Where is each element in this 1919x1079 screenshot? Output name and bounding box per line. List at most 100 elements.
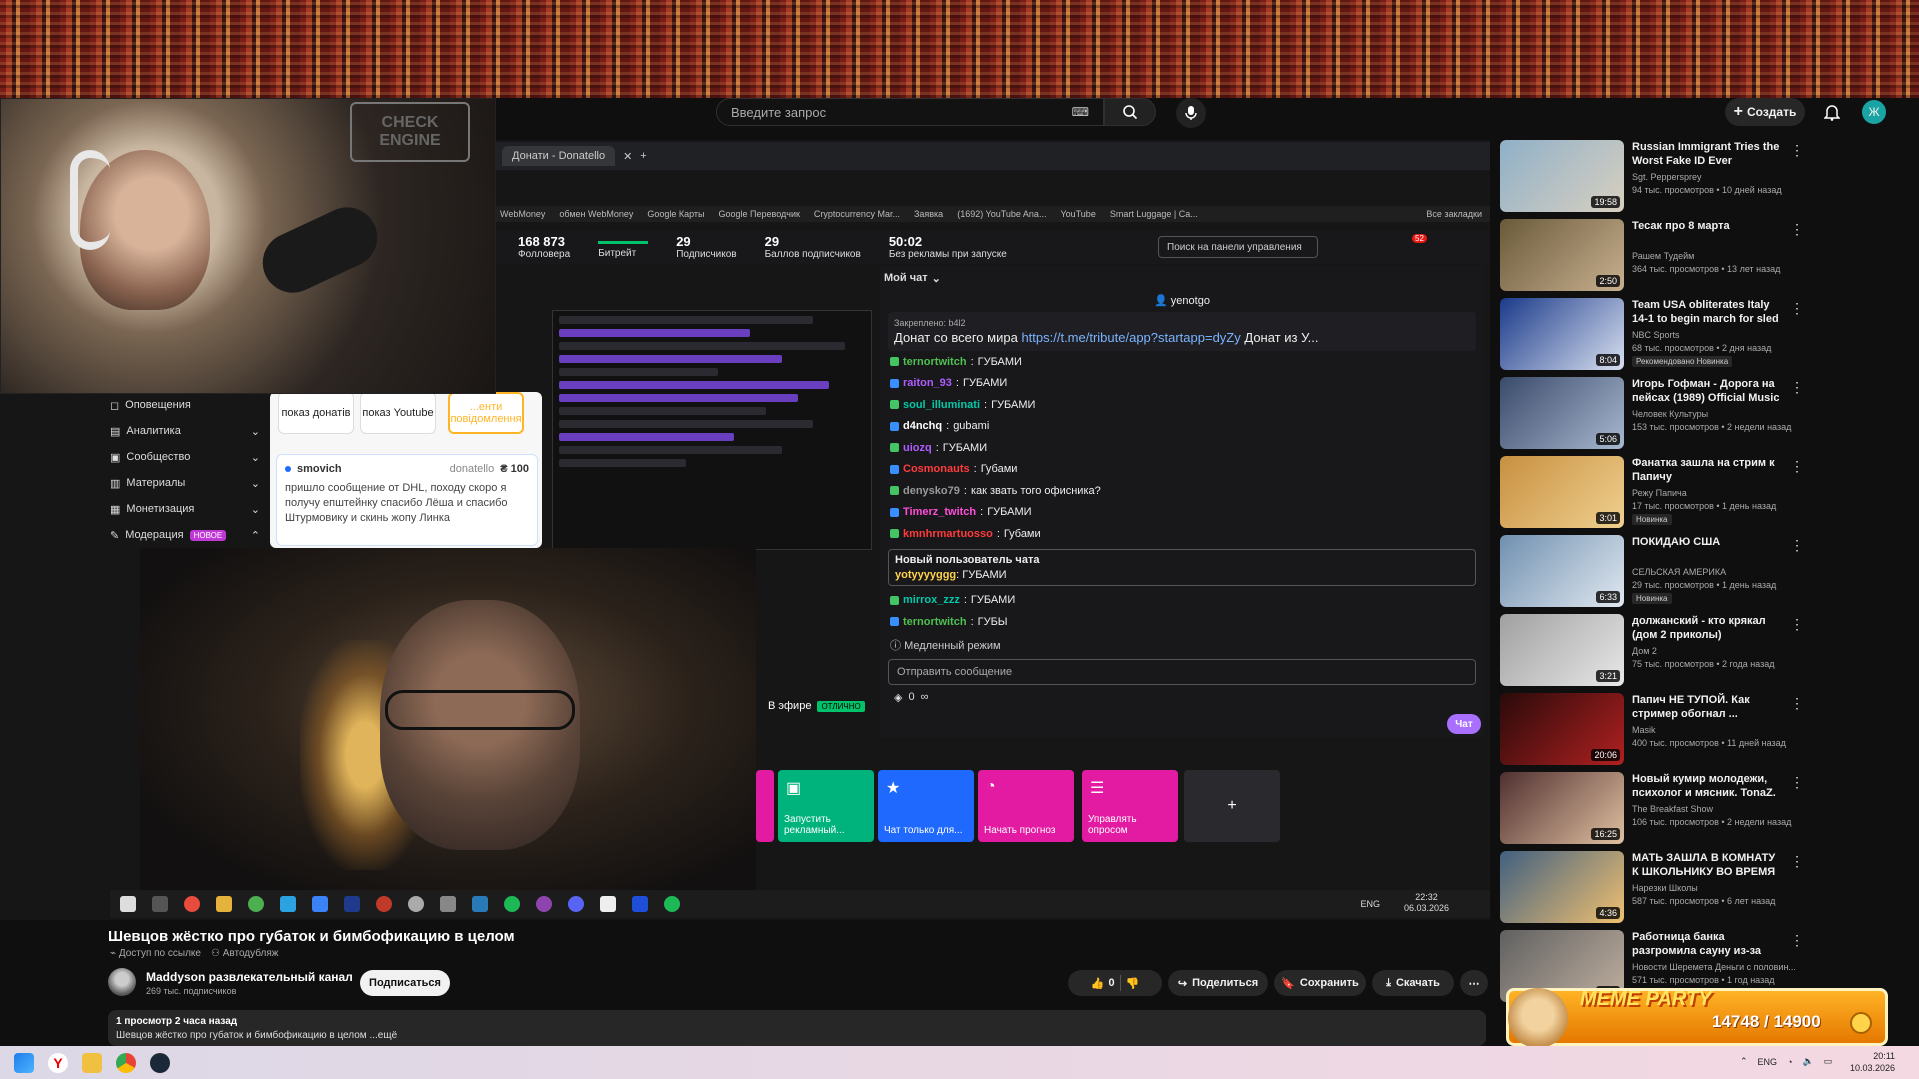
chevron-up-icon[interactable]: ⌃ bbox=[1740, 1056, 1748, 1067]
video-thumbnail[interactable]: 16:25 bbox=[1500, 772, 1624, 844]
new-user-label: Новый пользователь чата bbox=[895, 553, 1040, 566]
chat-badge-icon bbox=[890, 595, 899, 605]
recommended-video[interactable]: 6:33 ПОКИДАЮ США СЕЛЬСКАЯ АМЕРИКА 29 тыс. п… bbox=[1500, 535, 1804, 609]
subscribe-button[interactable]: Подписаться bbox=[360, 970, 450, 996]
volume-icon[interactable]: 🔈 bbox=[1803, 1056, 1814, 1067]
search-button[interactable] bbox=[1104, 98, 1156, 126]
share-button[interactable]: ↪ Поделиться bbox=[1168, 970, 1268, 996]
channel-name[interactable]: Человек Культуры bbox=[1632, 409, 1708, 419]
channel-name[interactable]: СЕЛЬСКАЯ АМЕРИКА bbox=[1632, 567, 1726, 577]
chat-text: Губами bbox=[980, 463, 1018, 476]
recommended-video[interactable]: 19:58 Russian Immigrant Tries the Worst F… bbox=[1500, 140, 1804, 214]
video-title[interactable]: Russian Immigrant Tries the Worst Fake I… bbox=[1632, 140, 1782, 168]
chat-badge-icon bbox=[890, 486, 899, 496]
video-thumbnail[interactable]: 4:36 bbox=[1500, 851, 1624, 923]
steam-icon[interactable] bbox=[150, 1052, 170, 1073]
video-title[interactable]: МАТЬ ЗАШЛА В КОМНАТУ К ШКОЛЬНИКУ ВО ВРЕМ… bbox=[1632, 851, 1782, 879]
system-clock[interactable]: 20:11 10.03.2026 bbox=[1850, 1050, 1895, 1074]
recommended-video[interactable]: 16:25 Новый кумир молодежи, психолог и мя… bbox=[1500, 772, 1804, 846]
search-icon bbox=[1123, 105, 1138, 120]
more-icon[interactable]: ⋮ bbox=[1790, 537, 1804, 554]
recommended-video[interactable]: 3:21 должанский - кто крякал (дом 2 прико… bbox=[1500, 614, 1804, 688]
chat-username: ternortwitch bbox=[903, 615, 967, 628]
stat-sub-points: 29 Баллов подписчиков bbox=[765, 234, 861, 260]
more-icon[interactable]: ⋮ bbox=[1790, 774, 1804, 791]
more-icon[interactable]: ⋮ bbox=[1790, 221, 1804, 238]
save-button[interactable]: 🔖 Сохранить bbox=[1274, 970, 1366, 996]
account-avatar[interactable]: Ж bbox=[1862, 100, 1886, 124]
recommended-video[interactable]: 4:36 МАТЬ ЗАШЛА В КОМНАТУ К ШКОЛЬНИКУ ВО … bbox=[1500, 851, 1804, 925]
video-thumbnail[interactable]: 3:21 bbox=[1500, 614, 1624, 686]
more-icon[interactable]: ⋮ bbox=[1790, 695, 1804, 712]
channel-name[interactable]: Нарезки Школы bbox=[1632, 883, 1698, 893]
chrome-icon[interactable] bbox=[116, 1052, 136, 1073]
menu-item: ▣ Сообщество ⌄ bbox=[110, 444, 260, 470]
stream-chat: Мой чат ⌄ 👤 yenotgo Закреплено: b4l2 Дона… bbox=[880, 266, 1484, 738]
video-thumbnail[interactable]: 3:01 bbox=[1500, 456, 1624, 528]
recommended-video[interactable]: 3:01 Фанатка зашла на стрим к Папичу Режу … bbox=[1500, 456, 1804, 530]
channel-name[interactable]: NBC Sports bbox=[1632, 330, 1680, 340]
stream-bookmarks-bar: WebMoney обмен WebMoney Google Карты Goo… bbox=[496, 206, 1490, 222]
windows-start-icon[interactable] bbox=[14, 1052, 34, 1073]
channel-name[interactable]: Режу Папича bbox=[1632, 488, 1687, 498]
description-box[interactable]: 1 просмотр 2 часа назад Шевцов жёстко пр… bbox=[108, 1010, 1486, 1046]
notifications-button[interactable] bbox=[1820, 100, 1844, 124]
channel-avatar[interactable] bbox=[108, 968, 136, 996]
more-icon[interactable]: ⋮ bbox=[1790, 932, 1804, 949]
recommended-video[interactable]: 8:04 Team USA obliterates Italy 14-1 to b… bbox=[1500, 298, 1804, 372]
video-title[interactable]: Team USA obliterates Italy 14-1 to begin… bbox=[1632, 298, 1782, 326]
quick-action-label: Управлять опросом bbox=[1088, 814, 1137, 836]
video-duration: 6:33 bbox=[1596, 591, 1620, 603]
channel-name[interactable]: Дом 2 bbox=[1632, 646, 1657, 656]
more-icon[interactable]: ⋮ bbox=[1790, 300, 1804, 317]
video-thumbnail[interactable]: 2:50 bbox=[1500, 219, 1624, 291]
video-title[interactable]: Игорь Гофман - Дорога на пейсах (1989) O… bbox=[1632, 377, 1782, 405]
video-title[interactable]: Работница банка разгромила сауну из-за 2… bbox=[1632, 930, 1782, 958]
create-button[interactable]: + Создать bbox=[1725, 98, 1805, 126]
video-thumbnail[interactable]: 6:33 bbox=[1500, 535, 1624, 607]
more-icon[interactable]: ⋮ bbox=[1790, 142, 1804, 159]
video-title[interactable]: Новый кумир молодежи, психолог и мясник.… bbox=[1632, 772, 1782, 800]
search-input[interactable]: Введите запрос ⌨ bbox=[716, 98, 1104, 126]
more-icon[interactable]: ⋮ bbox=[1790, 379, 1804, 396]
channel-name[interactable]: Новости Шеремета Деньги с половин... bbox=[1632, 962, 1796, 972]
video-title[interactable]: должанский - кто крякал (дом 2 приколы) bbox=[1632, 614, 1782, 642]
stat-label: Битрейт bbox=[598, 248, 637, 259]
like-button[interactable]: 👍 0 bbox=[1091, 977, 1115, 990]
video-title[interactable]: ПОКИДАЮ США bbox=[1632, 535, 1782, 549]
voice-search-button[interactable] bbox=[1176, 98, 1206, 128]
keyboard-icon[interactable]: ⌨ bbox=[1072, 105, 1089, 119]
yandex-browser-icon[interactable]: Y bbox=[48, 1052, 68, 1073]
more-icon[interactable]: ⋮ bbox=[1790, 458, 1804, 475]
system-tray: ⌃ ENG ◔ 🔈 ▭ bbox=[1740, 1056, 1832, 1067]
video-duration: 19:58 bbox=[1591, 196, 1620, 208]
bookmark: WebMoney bbox=[500, 209, 546, 219]
recommended-video[interactable]: 20:06 Папич НЕ ТУПОЙ. Как стример обогнал… bbox=[1500, 693, 1804, 767]
channel-name[interactable]: Maddyson развлекательный канал bbox=[146, 970, 353, 984]
wifi-icon[interactable]: ◔ bbox=[1787, 1057, 1792, 1067]
battery-icon[interactable]: ▭ bbox=[1824, 1056, 1833, 1067]
channel-name[interactable]: Sgt. Peppersprey bbox=[1632, 172, 1702, 182]
more-icon[interactable]: ⋮ bbox=[1790, 616, 1804, 633]
channel-name[interactable]: The Breakfast Show bbox=[1632, 804, 1713, 814]
channel-name[interactable]: Masik bbox=[1632, 725, 1656, 735]
language-indicator[interactable]: ENG bbox=[1758, 1057, 1778, 1067]
dislike-button[interactable]: 👎 bbox=[1126, 977, 1140, 990]
video-title[interactable]: Тесак про 8 марта bbox=[1632, 219, 1782, 233]
video-title[interactable]: Фанатка зашла на стрим к Папичу bbox=[1632, 456, 1782, 484]
recommended-video[interactable]: 2:50 Тесак про 8 марта Рашем Тудейм 364 тыс… bbox=[1500, 219, 1804, 293]
download-label: Скачать bbox=[1395, 977, 1440, 989]
video-thumbnail[interactable]: 19:58 bbox=[1500, 140, 1624, 212]
clock-date: 10.03.2026 bbox=[1850, 1063, 1896, 1073]
more-actions-button[interactable]: ⋯ bbox=[1460, 970, 1488, 996]
more-icon[interactable]: ⋮ bbox=[1790, 853, 1804, 870]
recommended-video[interactable]: 5:06 Игорь Гофман - Дорога на пейсах (198… bbox=[1500, 377, 1804, 451]
file-explorer-icon[interactable] bbox=[82, 1052, 102, 1073]
video-thumbnail[interactable]: 8:04 bbox=[1500, 298, 1624, 370]
download-button[interactable]: ⤓ Скачать bbox=[1372, 970, 1454, 996]
channel-name[interactable]: Рашем Тудейм bbox=[1632, 251, 1694, 261]
video-thumbnail[interactable]: 20:06 bbox=[1500, 693, 1624, 765]
show-messages-button: ...енти повідомлення bbox=[448, 392, 524, 434]
video-title[interactable]: Папич НЕ ТУПОЙ. Как стример обогнал ... bbox=[1632, 693, 1782, 721]
video-thumbnail[interactable]: 5:06 bbox=[1500, 377, 1624, 449]
